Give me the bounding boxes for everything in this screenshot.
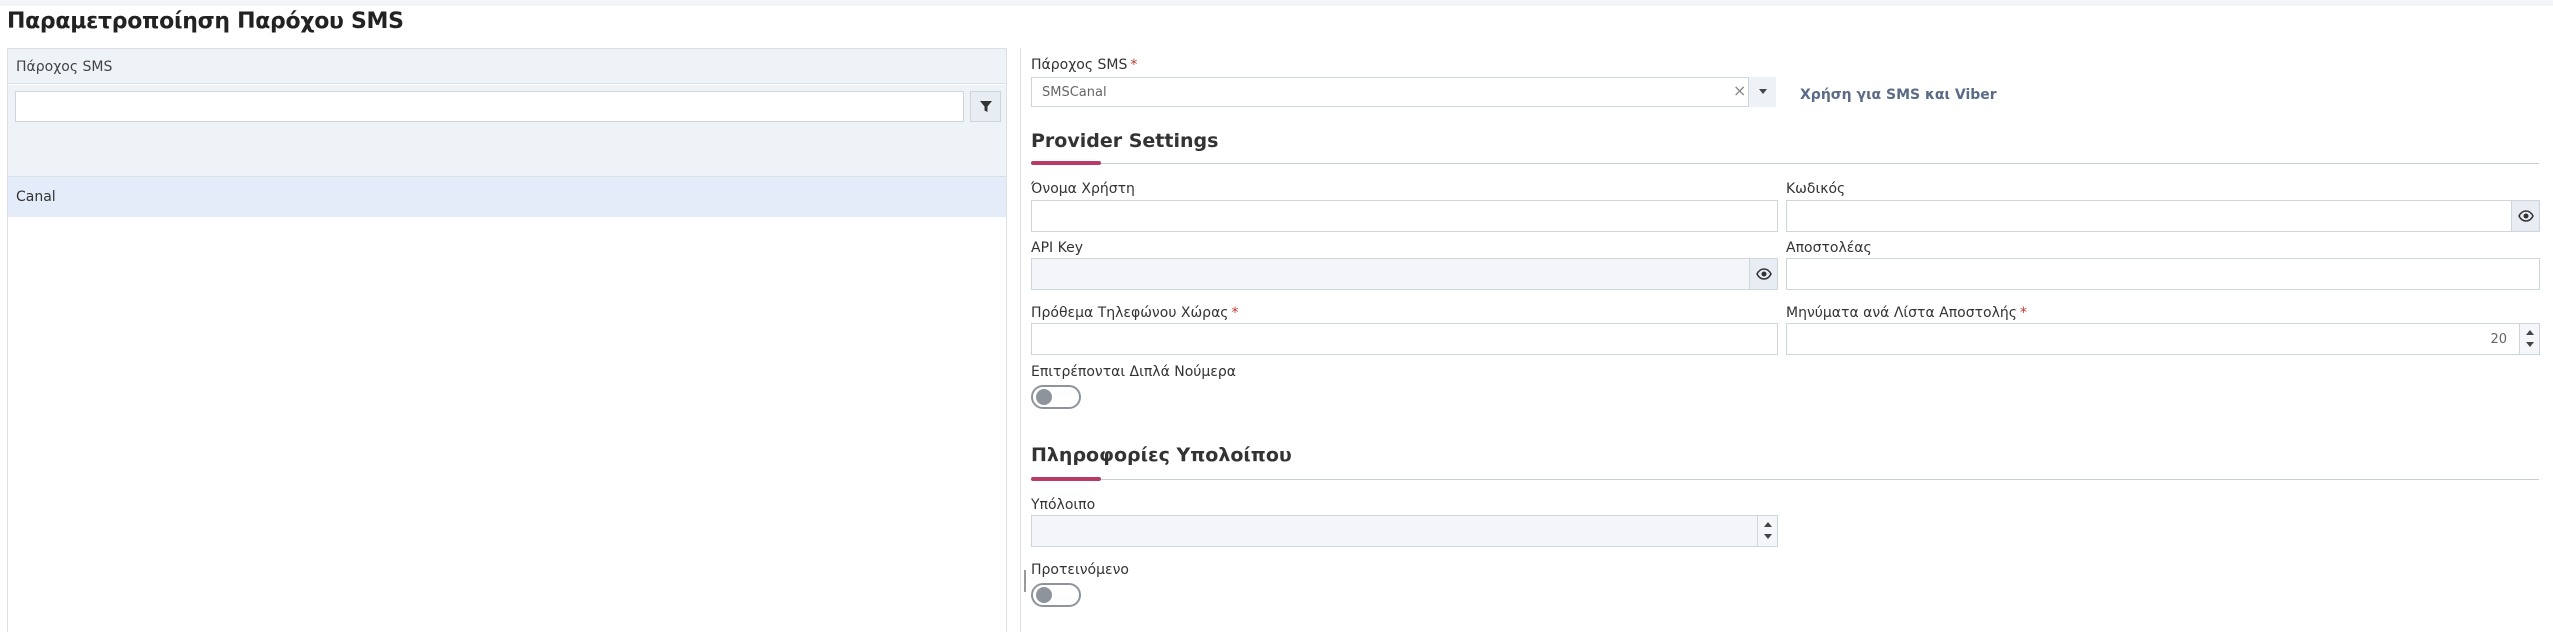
provider-list-panel: Πάροχος SMS Canal bbox=[7, 48, 1007, 632]
username-input[interactable] bbox=[1031, 200, 1778, 232]
section-divider bbox=[1031, 479, 2539, 480]
provider-select[interactable]: SMSCanal bbox=[1031, 77, 1776, 107]
messages-per-list-value: 20 bbox=[2490, 332, 2507, 347]
api-key-input[interactable] bbox=[1031, 258, 1778, 290]
list-filter-input[interactable] bbox=[15, 91, 964, 122]
list-column-header[interactable]: Πάροχος SMS bbox=[8, 49, 1006, 84]
stepper-buttons[interactable] bbox=[2519, 324, 2539, 354]
chevron-up-icon[interactable] bbox=[1764, 522, 1772, 527]
provider-settings-title: Provider Settings bbox=[1031, 130, 1219, 152]
filter-icon bbox=[980, 101, 992, 112]
chevron-down-icon[interactable] bbox=[2526, 342, 2534, 347]
show-api-key-button[interactable] bbox=[1749, 259, 1777, 289]
messages-per-list-label: Μηνύματα ανά Λίστα Αποστολής * bbox=[1786, 305, 2027, 321]
eye-icon bbox=[2518, 210, 2534, 222]
chevron-down-icon[interactable] bbox=[1748, 77, 1776, 107]
eye-icon bbox=[1756, 268, 1772, 280]
provider-select-value: SMSCanal bbox=[1042, 85, 1107, 100]
allow-duplicates-label: Επιτρέπονται Διπλά Νούμερα bbox=[1031, 364, 1236, 380]
section-accent bbox=[1031, 161, 1101, 165]
list-item[interactable]: Canal bbox=[8, 177, 1006, 217]
sender-label: Αποστολέας bbox=[1786, 240, 1872, 256]
resize-handle[interactable] bbox=[1024, 570, 1026, 592]
provider-label: Πάροχος SMS * bbox=[1031, 57, 1138, 73]
chevron-down-icon[interactable] bbox=[1764, 534, 1772, 539]
section-accent bbox=[1031, 477, 1101, 481]
section-divider bbox=[1031, 163, 2539, 164]
top-bar bbox=[0, 0, 2553, 6]
chevron-up-icon[interactable] bbox=[2526, 330, 2534, 335]
country-prefix-label: Πρόθεμα Τηλεφώνου Χώρας * bbox=[1031, 305, 1239, 321]
stepper-buttons[interactable] bbox=[1757, 516, 1777, 546]
page-title: Παραμετροποίηση Παρόχου SMS bbox=[7, 9, 404, 34]
password-label: Κωδικός bbox=[1786, 181, 1846, 197]
toggle-knob bbox=[1036, 587, 1052, 603]
allow-duplicates-toggle[interactable] bbox=[1031, 385, 1081, 409]
panel-divider bbox=[1020, 48, 1021, 632]
balance-label: Υπόλοιπο bbox=[1031, 497, 1096, 513]
api-key-label: API Key bbox=[1031, 240, 1083, 256]
messages-per-list-stepper[interactable]: 20 bbox=[1786, 323, 2540, 355]
username-label: Όνομα Χρήστη bbox=[1031, 181, 1135, 197]
sender-input[interactable] bbox=[1786, 258, 2540, 290]
list-column-header-label: Πάροχος SMS bbox=[16, 59, 113, 75]
password-input[interactable] bbox=[1786, 200, 2540, 232]
provider-hint: Χρήση για SMS και Viber bbox=[1800, 87, 1997, 103]
close-icon[interactable]: × bbox=[1733, 81, 1746, 100]
default-label: Προτεινόμενο bbox=[1031, 562, 1129, 578]
list-item-label: Canal bbox=[16, 189, 56, 205]
country-prefix-input[interactable] bbox=[1031, 323, 1778, 355]
toggle-knob bbox=[1036, 389, 1052, 405]
balance-stepper[interactable] bbox=[1031, 515, 1778, 547]
filter-button[interactable] bbox=[970, 91, 1001, 122]
default-toggle[interactable] bbox=[1031, 583, 1081, 607]
balance-info-title: Πληροφορίες Υπολοίπου bbox=[1031, 444, 1292, 466]
show-password-button[interactable] bbox=[2511, 201, 2539, 231]
